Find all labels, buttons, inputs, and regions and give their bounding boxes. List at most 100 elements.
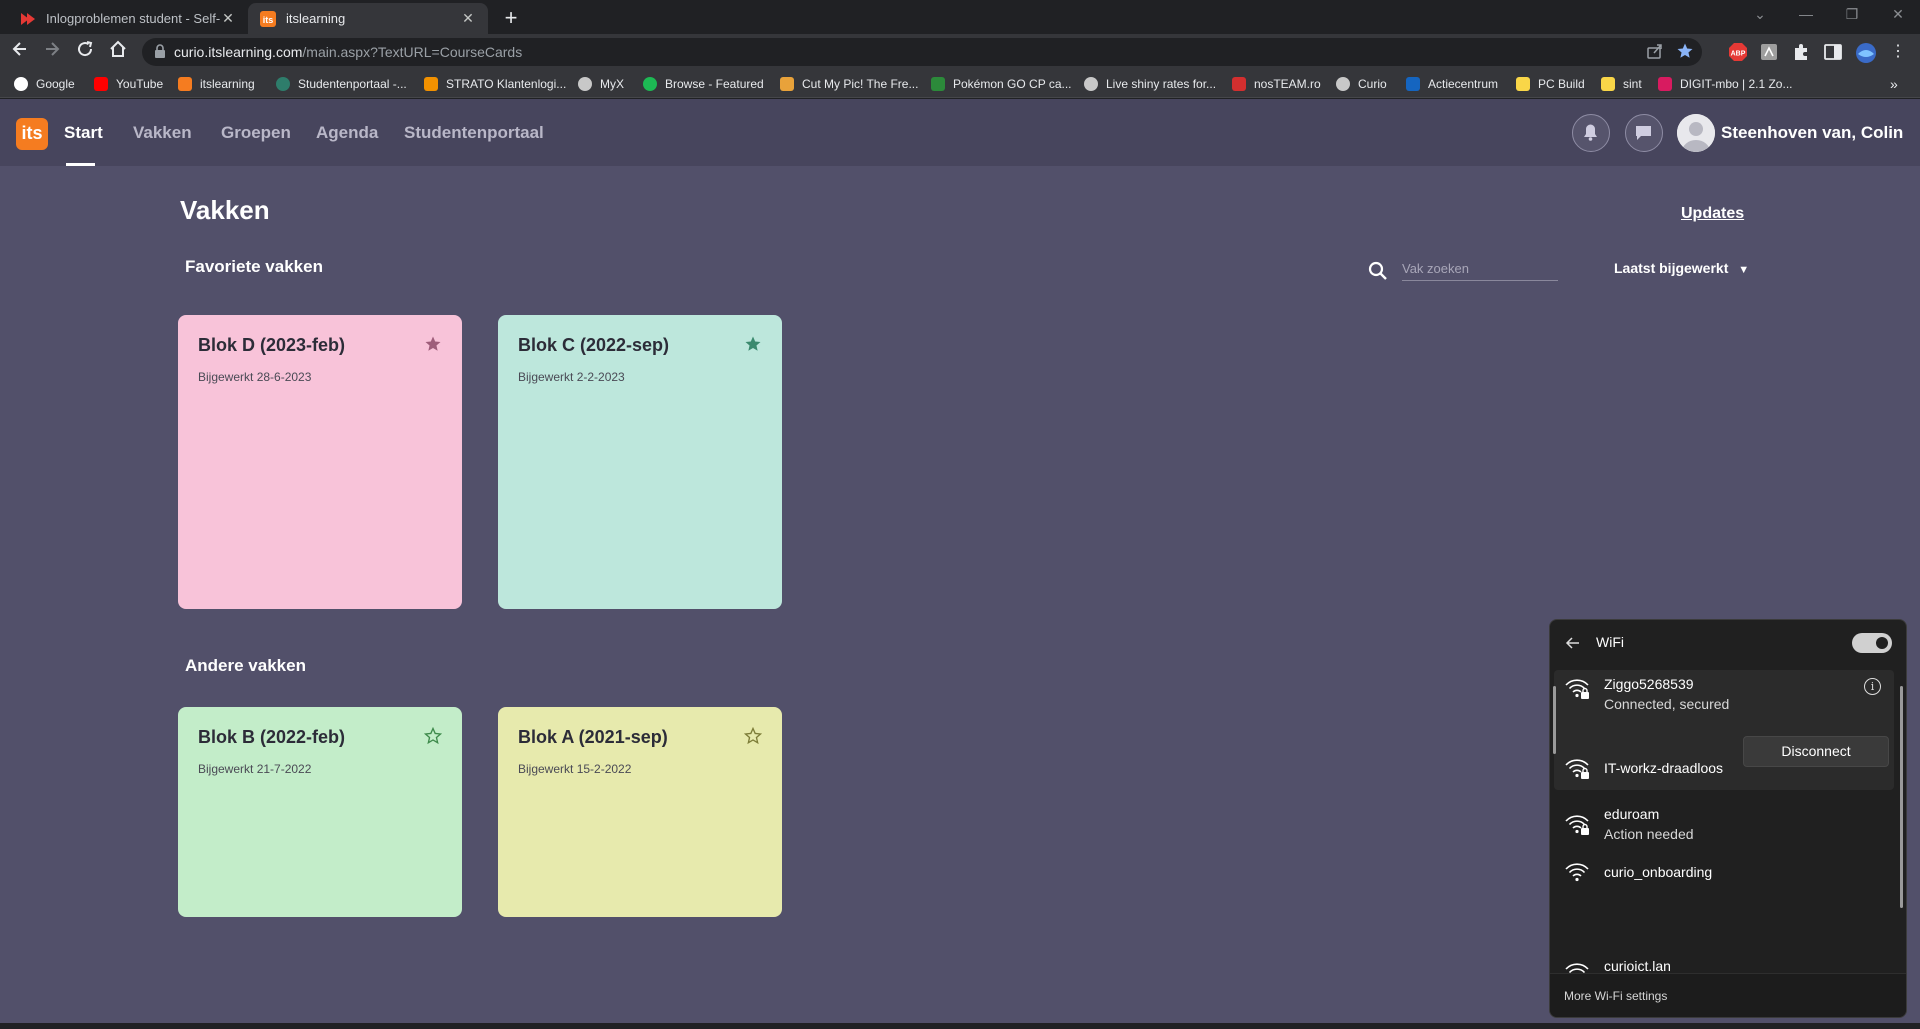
nav-studentenportaal[interactable]: Studentenportaal — [404, 123, 544, 143]
wifi-secured-icon — [1564, 756, 1590, 780]
tab-inlogproblemen[interactable]: Inlogproblemen student - Self-Se ✕ — [8, 3, 248, 34]
bookmark-sint[interactable]: sint — [1601, 75, 1642, 93]
address-bar[interactable]: curio.itslearning.com/main.aspx?TextURL=… — [142, 38, 1702, 66]
user-silhouette-icon — [1677, 114, 1715, 152]
bookmark-studentenportaal[interactable]: Studentenportaal -... — [276, 75, 407, 93]
bookmark-cutmypic[interactable]: Cut My Pic! The Fre... — [780, 75, 918, 93]
new-tab-button[interactable]: + — [498, 5, 524, 31]
arrow-logo-icon — [20, 11, 36, 27]
bookmark-spotify[interactable]: Browse - Featured — [643, 75, 764, 93]
bookmark-label: STRATO Klantenlogi... — [446, 77, 567, 91]
tab-itslearning[interactable]: its itslearning ✕ — [248, 3, 488, 34]
course-card-blok-b[interactable]: Blok B (2022-feb) Bijgewerkt 21-7-2022 — [178, 707, 462, 917]
scrollbar-indicator — [1553, 686, 1556, 754]
extension-icon[interactable] — [1759, 42, 1779, 62]
bookmark-star-icon[interactable] — [1676, 42, 1696, 62]
bookmarks-bar: Google YouTube itslearning Studentenport… — [0, 70, 1920, 98]
network-status: Connected, secured — [1604, 696, 1730, 712]
bookmark-google[interactable]: Google — [14, 75, 75, 93]
back-arrow-icon[interactable] — [8, 40, 32, 64]
svg-text:its: its — [263, 15, 274, 25]
bookmark-actiecentrum[interactable]: Actiecentrum — [1406, 75, 1498, 93]
star-outline-icon[interactable] — [423, 726, 443, 745]
more-wifi-settings-link[interactable]: More Wi-Fi settings — [1564, 989, 1667, 1003]
bookmarks-overflow-button[interactable]: » — [1890, 75, 1898, 93]
studentenportaal-icon — [276, 77, 290, 91]
globe-icon — [1084, 77, 1098, 91]
notifications-button[interactable] — [1572, 114, 1610, 152]
course-card-blok-d[interactable]: Blok D (2023-feb) Bijgewerkt 28-6-2023 — [178, 315, 462, 609]
user-name[interactable]: Steenhoven van, Colin — [1721, 123, 1903, 143]
course-title: Blok D (2023-feb) — [198, 335, 346, 355]
updates-link[interactable]: Updates — [1681, 205, 1744, 223]
menu-kebab-icon[interactable]: ⋮ — [1890, 42, 1910, 62]
restore-icon[interactable]: ❐ — [1829, 0, 1875, 30]
globe-icon — [578, 77, 592, 91]
folder-icon — [1601, 77, 1615, 91]
share-icon[interactable] — [1646, 42, 1666, 62]
tab-search-chevron-icon[interactable]: ⌄ — [1737, 0, 1783, 30]
nav-agenda[interactable]: Agenda — [316, 123, 378, 143]
nav-groepen[interactable]: Groepen — [221, 123, 291, 143]
strato-icon — [424, 77, 438, 91]
star-outline-icon[interactable] — [743, 726, 763, 745]
nav-vakken[interactable]: Vakken — [133, 123, 192, 143]
bookmark-nosteam[interactable]: nosTEAM.ro — [1232, 75, 1321, 93]
bookmark-itslearning[interactable]: itslearning — [178, 75, 255, 93]
reload-icon[interactable] — [73, 40, 97, 64]
close-tab-icon[interactable]: ✕ — [460, 10, 476, 27]
other-courses-heading: Andere vakken — [185, 656, 306, 675]
search-icon[interactable] — [1368, 261, 1388, 281]
course-card-blok-c[interactable]: Blok C (2022-sep) Bijgewerkt 2-2-2023 — [498, 315, 782, 609]
star-filled-icon[interactable] — [744, 335, 762, 353]
url-host: curio.itslearning.com — [174, 44, 303, 60]
profile-avatar-icon[interactable] — [1855, 42, 1876, 63]
url-text: curio.itslearning.com/main.aspx?TextURL=… — [174, 44, 522, 60]
close-window-icon[interactable]: ✕ — [1875, 0, 1920, 30]
scrollbar[interactable] — [1900, 686, 1903, 908]
bookmark-myx[interactable]: MyX — [578, 75, 624, 93]
bookmark-strato[interactable]: STRATO Klantenlogi... — [424, 75, 566, 93]
course-search-input[interactable] — [1402, 257, 1558, 281]
home-icon[interactable] — [106, 40, 130, 64]
back-arrow-icon[interactable] — [1564, 634, 1582, 652]
star-filled-icon[interactable] — [424, 335, 442, 353]
bookmark-digit[interactable]: DIGIT-mbo | 2.1 Zo... — [1658, 75, 1792, 93]
bookmark-label: DIGIT-mbo | 2.1 Zo... — [1680, 77, 1793, 91]
disconnect-button[interactable]: Disconnect — [1743, 736, 1889, 767]
side-panel-icon[interactable] — [1823, 42, 1843, 62]
network-name: Ziggo5268539 — [1604, 676, 1694, 692]
course-title: Blok B (2022-feb) — [198, 727, 346, 747]
itslearning-logo[interactable]: its — [16, 118, 48, 150]
bookmark-pokemon[interactable]: Pokémon GO CP ca... — [931, 75, 1072, 93]
bookmark-curio[interactable]: Curio — [1336, 75, 1387, 93]
caret-down-icon: ▼ — [1738, 264, 1750, 276]
course-updated: Bijgewerkt 2-2-2023 — [518, 370, 625, 384]
adblock-extension-icon[interactable]: ABP — [1728, 42, 1748, 62]
minimize-icon[interactable]: — — [1783, 0, 1829, 30]
puzzle-extensions-icon[interactable] — [1791, 42, 1811, 62]
bookmark-label: Actiecentrum — [1428, 77, 1499, 91]
bookmark-youtube[interactable]: YouTube — [94, 75, 163, 93]
wifi-footer: More Wi-Fi settings — [1550, 973, 1906, 1017]
network-status: Action needed — [1604, 826, 1694, 842]
course-title: Blok A (2021-sep) — [518, 727, 668, 747]
messages-button[interactable] — [1625, 114, 1663, 152]
bookmark-shiny[interactable]: Live shiny rates for... — [1084, 75, 1216, 93]
bookmark-pcbuild[interactable]: PC Build — [1516, 75, 1585, 93]
site-header: its Start Vakken Groepen Agenda Studente… — [0, 99, 1920, 166]
avatar[interactable] — [1677, 114, 1715, 152]
course-updated: Bijgewerkt 21-7-2022 — [198, 762, 312, 776]
globe-icon — [1336, 77, 1350, 91]
digit-icon — [1658, 77, 1672, 91]
course-card-blok-a[interactable]: Blok A (2021-sep) Bijgewerkt 15-2-2022 — [498, 707, 782, 917]
close-tab-icon[interactable]: ✕ — [220, 10, 236, 27]
info-icon[interactable]: i — [1864, 678, 1881, 695]
browser-tab-strip: Inlogproblemen student - Self-Se ✕ its i… — [0, 0, 1920, 34]
wifi-toggle[interactable] — [1852, 633, 1892, 653]
forward-arrow-icon[interactable] — [40, 40, 64, 64]
bookmark-label: Pokémon GO CP ca... — [953, 77, 1072, 91]
sort-dropdown[interactable]: Laatst bijgewerkt ▼ — [1614, 260, 1749, 276]
wifi-icon — [1564, 860, 1590, 884]
nav-start[interactable]: Start — [64, 123, 103, 143]
